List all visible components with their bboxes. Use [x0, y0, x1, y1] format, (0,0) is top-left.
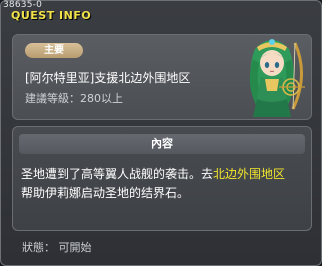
description-text-1: 圣地遭到了高等翼人战舰的袭击。去: [21, 167, 214, 181]
window-title: QUEST INFO: [11, 9, 92, 22]
title-bar[interactable]: 38635-0 QUEST INFO: [1, 0, 321, 25]
npc-portrait-icon: [249, 39, 305, 117]
quest-content-panel: 內容 圣地遭到了高等翼人战舰的袭击。去北边外围地区帮助伊莉娜启动圣地的结界石。: [12, 126, 312, 231]
quest-info-window: 38635-0 QUEST INFO 主要 [阿尔特里亚]支援北边外围地区 建議…: [0, 0, 322, 266]
quest-summary-card: 主要 [阿尔特里亚]支援北边外围地区 建議等級：280以上: [12, 34, 312, 120]
quest-status: 狀態： 可開始: [22, 241, 92, 254]
quest-name: [阿尔特里亚]支援北边外围地区: [25, 71, 191, 85]
quest-description: 圣地遭到了高等翼人战舰的袭击。去北边外围地区帮助伊莉娜启动圣地的结界石。: [21, 165, 307, 203]
quest-type-badge: 主要: [25, 43, 83, 58]
quest-level: 建議等級：280以上: [25, 92, 123, 105]
description-text-2: 帮助伊莉娜启动圣地的结界石。: [21, 186, 190, 200]
content-header: 內容: [19, 134, 305, 154]
location-link[interactable]: 北边外围地区: [213, 167, 285, 181]
